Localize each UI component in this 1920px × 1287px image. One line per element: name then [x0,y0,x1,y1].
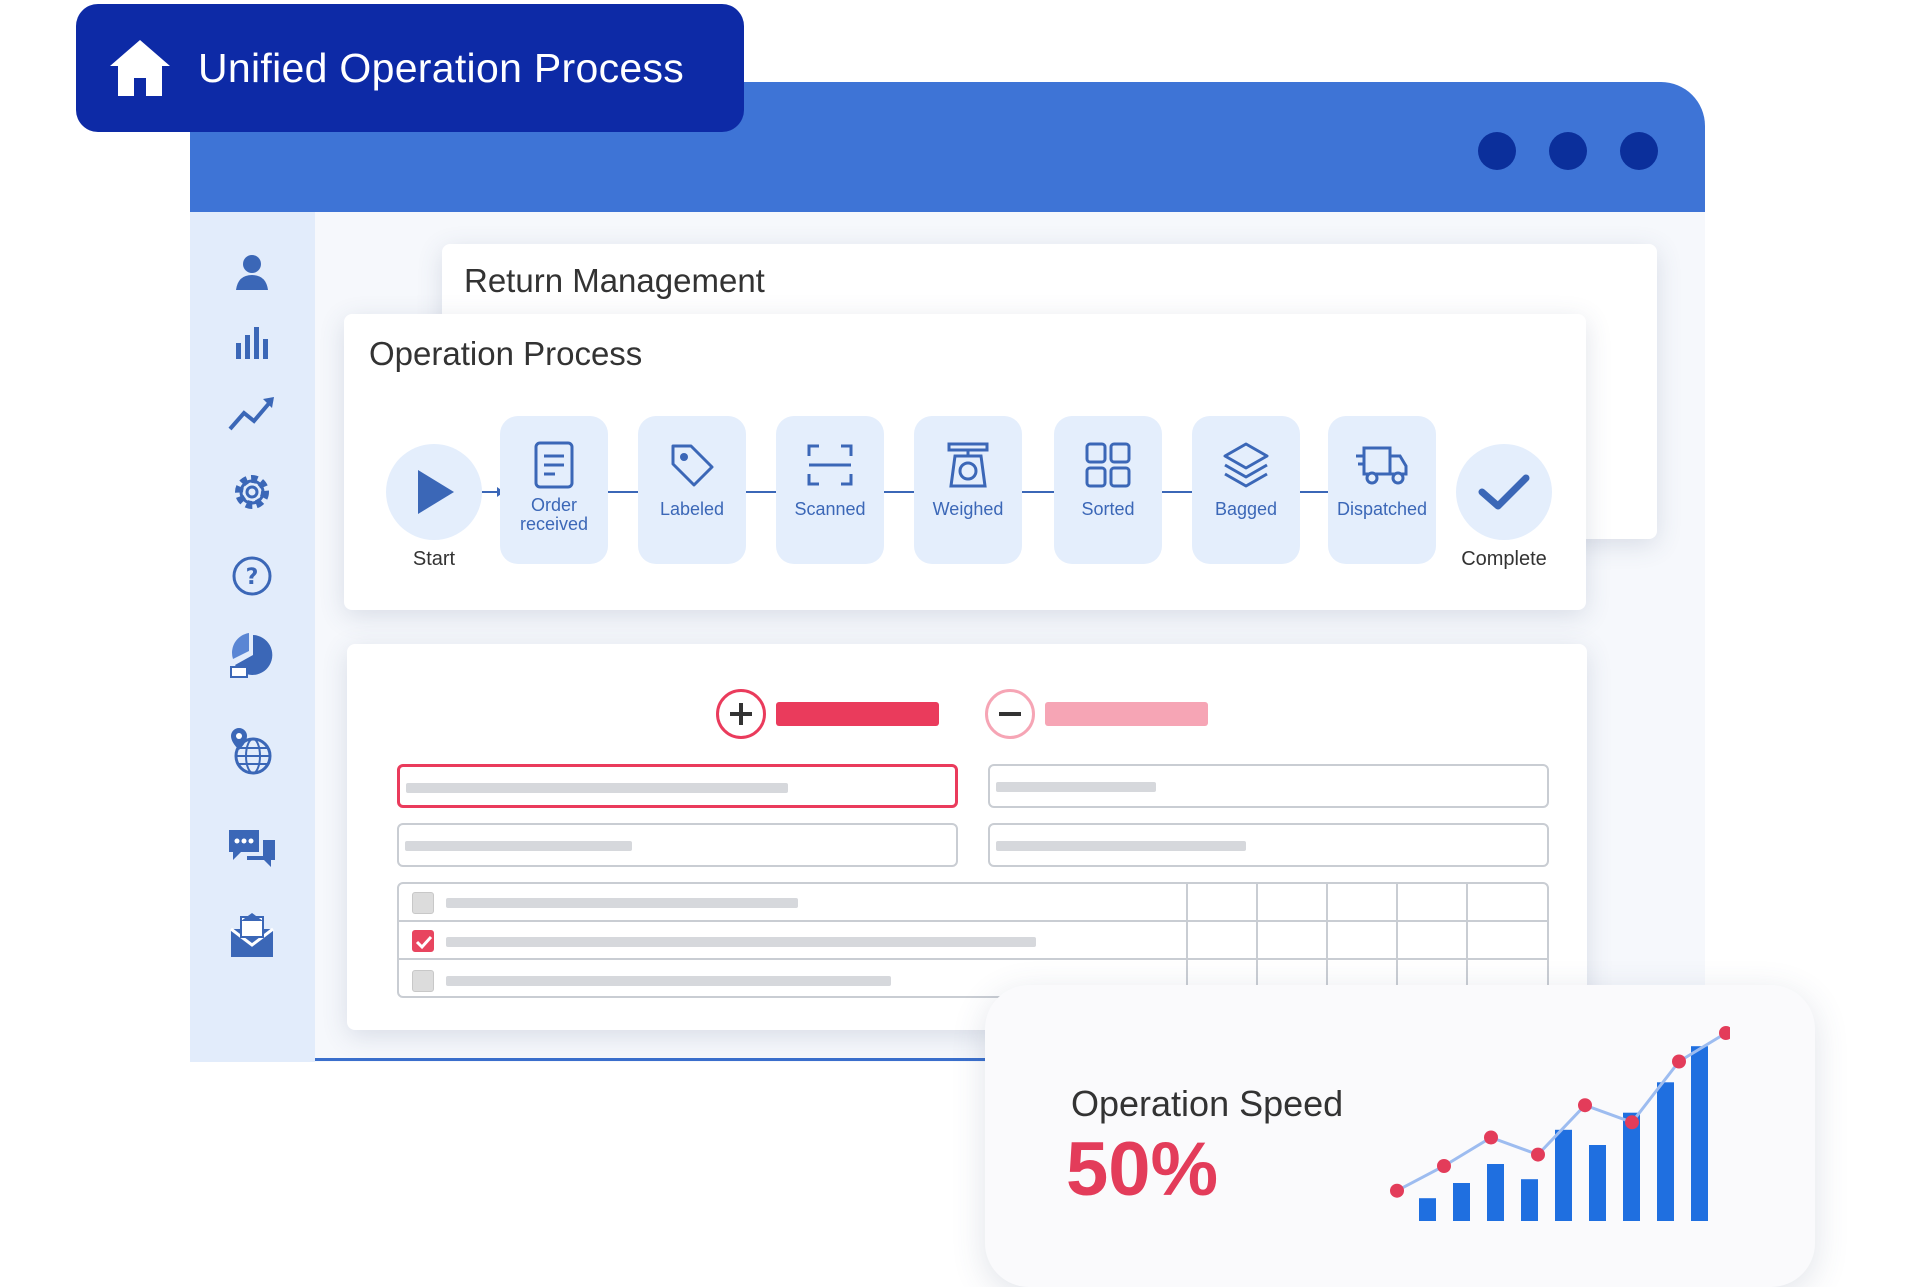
return-management-title: Return Management [464,262,765,299]
start-step[interactable] [386,444,482,540]
table-row [446,898,798,908]
step-sorted[interactable]: Sorted [1054,416,1162,564]
complete-label: Complete [1461,548,1547,570]
operation-process-title: Operation Process [369,335,643,372]
step-label: Order received [519,495,589,534]
step-label: Scanned [794,499,866,519]
user-icon[interactable] [222,244,282,300]
form-field[interactable] [397,823,958,867]
chart-bar [1555,1129,1572,1221]
chart-point [1672,1054,1686,1069]
table-row [446,976,891,986]
operation-speed-chart [1390,1026,1730,1221]
step-label: Bagged [1214,499,1278,519]
document-icon [534,441,574,489]
form-field[interactable] [988,764,1549,808]
operation-speed-title: Operation Speed [1071,1083,1344,1124]
chart-point [1531,1147,1545,1162]
layers-icon [1223,442,1269,488]
pie-chart-icon[interactable] [222,628,282,684]
step-dispatched[interactable]: Dispatched [1328,416,1436,564]
truck-icon [1356,446,1408,485]
table-row [446,937,1036,947]
scan-frame-icon [807,444,853,486]
chart-point [1390,1183,1404,1198]
window-control-dot-3[interactable] [1620,132,1658,170]
step-label: Sorted [1081,499,1135,519]
chart-bar [1657,1082,1674,1221]
chat-icon[interactable] [222,820,282,876]
start-label: Start [412,548,456,570]
step-order-received[interactable]: Order received [500,416,608,564]
bar-chart-icon[interactable] [222,315,282,371]
table-column-divider [1326,884,1328,996]
table-column-divider [1256,884,1258,996]
table-column-divider [1186,884,1188,996]
plus-icon [730,703,752,725]
chart-point [1578,1098,1592,1113]
chart-bar [1453,1183,1470,1221]
window-control-dot-1[interactable] [1478,132,1516,170]
remove-button[interactable] [985,689,1035,739]
help-icon[interactable]: ? [222,548,282,604]
step-label: Weighed [932,499,1004,519]
mail-icon[interactable] [222,908,282,964]
chart-bar [1419,1198,1436,1221]
chart-point [1625,1115,1639,1130]
header-title: Unified Operation Process [198,44,685,91]
step-labeled[interactable]: Labeled [638,416,746,564]
table-column-divider [1396,884,1398,996]
remove-bar [1045,702,1208,726]
table-row-divider [399,920,1547,922]
step-label: Dispatched [1336,499,1428,519]
step-label: Labeled [659,499,725,519]
checkmark-icon [1478,474,1530,510]
globe-location-icon[interactable] [222,724,282,780]
window-control-dot-2[interactable] [1549,132,1587,170]
chart-point [1437,1159,1451,1173]
scale-icon [947,442,989,488]
chart-bar [1691,1046,1708,1221]
window-bottom-line [315,1058,1035,1061]
table-row-checkbox[interactable] [412,892,434,914]
step-scanned[interactable]: Scanned [776,416,884,564]
svg-text:?: ? [246,565,259,590]
grid-icon [1085,442,1131,488]
table-row-divider [399,958,1547,960]
form-field[interactable] [988,823,1549,867]
checkmark-icon [415,935,433,950]
chart-bar [1521,1179,1538,1221]
step-weighed[interactable]: Weighed [914,416,1022,564]
trend-line-icon[interactable] [222,385,282,441]
step-bagged[interactable]: Bagged [1192,416,1300,564]
add-bar [776,702,939,726]
table-row-checkbox[interactable] [412,970,434,992]
header-badge: Unified Operation Process [76,4,744,132]
form-field-active[interactable] [397,764,958,808]
table-column-divider [1466,884,1468,996]
play-icon [418,470,454,514]
chart-bar [1589,1145,1606,1221]
home-icon [110,40,170,96]
table-row-checkbox-checked[interactable] [412,930,434,952]
add-button[interactable] [716,689,766,739]
minus-icon [999,712,1021,716]
tag-icon [671,444,714,487]
operation-speed-value: 50% [1066,1127,1219,1212]
gear-icon[interactable] [222,464,282,520]
complete-step[interactable] [1456,444,1552,540]
chart-point [1484,1130,1498,1145]
chart-bar [1487,1164,1504,1221]
